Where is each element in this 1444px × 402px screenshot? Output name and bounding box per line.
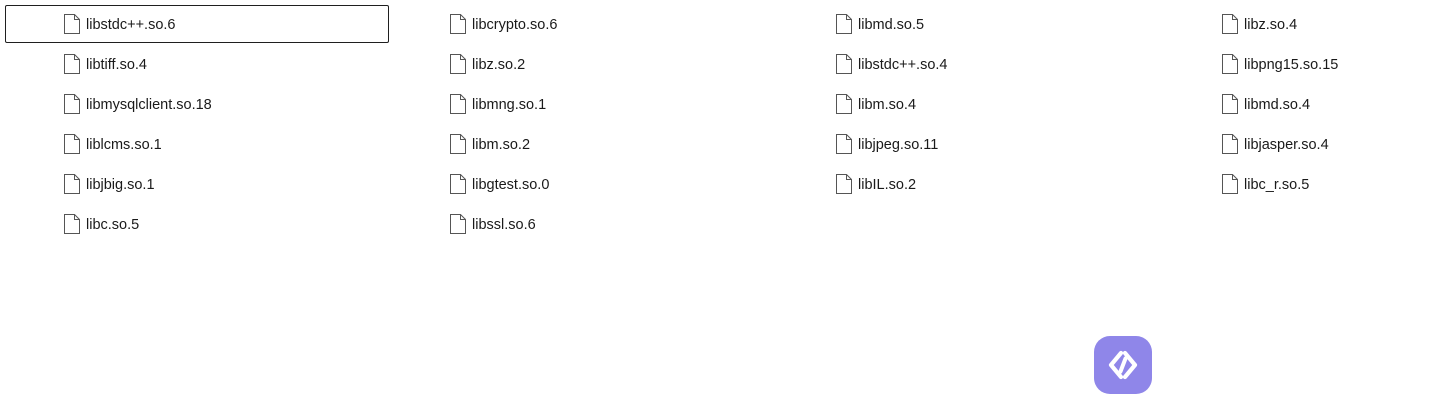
file-icon — [450, 174, 466, 194]
file-item-libc-so-5[interactable]: libc.so.5 — [5, 205, 391, 243]
file-icon — [836, 94, 852, 114]
file-icon — [450, 54, 466, 74]
file-item-libgtest-so-0[interactable]: libgtest.so.0 — [391, 165, 777, 203]
file-icon — [450, 214, 466, 234]
file-icon — [1222, 174, 1238, 194]
file-name: libc.so.5 — [86, 217, 140, 233]
file-name: libpng15.so.15 — [1244, 57, 1339, 73]
file-icon — [450, 94, 466, 114]
file-name: libjpeg.so.11 — [858, 137, 939, 153]
file-name: libmng.so.1 — [472, 97, 547, 113]
file-item-liblcms-so-1[interactable]: liblcms.so.1 — [5, 125, 391, 163]
file-item-libmd-so-4[interactable]: libmd.so.4 — [1163, 85, 1383, 123]
file-icon — [450, 134, 466, 154]
file-grid: libstdc++.so.6 libcrypto.so.6 libmd.so.5… — [5, 5, 1383, 245]
app-logo-icon[interactable] — [1094, 336, 1152, 394]
file-icon — [64, 214, 80, 234]
file-icon — [836, 54, 852, 74]
file-name: libm.so.4 — [858, 97, 917, 113]
file-name: libjbig.so.1 — [86, 177, 155, 193]
file-item-libz-so-4[interactable]: libz.so.4 — [1163, 5, 1383, 43]
file-name: libssl.so.6 — [472, 217, 536, 233]
file-name: libz.so.2 — [472, 57, 526, 73]
file-name: libmd.so.5 — [858, 17, 925, 33]
file-icon — [1222, 54, 1238, 74]
file-name: libtiff.so.4 — [86, 57, 147, 73]
file-icon — [1222, 134, 1238, 154]
file-name: libIL.so.2 — [858, 177, 917, 193]
file-item-libstdcxx-so-6[interactable]: libstdc++.so.6 — [5, 5, 389, 43]
file-name: libmd.so.4 — [1244, 97, 1311, 113]
file-item-libmysqlclient-so-18[interactable]: libmysqlclient.so.18 — [5, 85, 391, 123]
file-item-libjbig-so-1[interactable]: libjbig.so.1 — [5, 165, 391, 203]
code-link-icon — [1108, 350, 1138, 380]
file-name: libm.so.2 — [472, 137, 531, 153]
file-name: libz.so.4 — [1244, 17, 1298, 33]
file-name: libcrypto.so.6 — [472, 17, 558, 33]
file-item-libm-so-4[interactable]: libm.so.4 — [777, 85, 1163, 123]
file-item-libmng-so-1[interactable]: libmng.so.1 — [391, 85, 777, 123]
file-icon — [836, 14, 852, 34]
file-icon — [1222, 14, 1238, 34]
file-icon — [64, 174, 80, 194]
file-item-libpng15-so-15[interactable]: libpng15.so.15 — [1163, 45, 1383, 83]
file-icon — [64, 134, 80, 154]
file-item-libz-so-2[interactable]: libz.so.2 — [391, 45, 777, 83]
file-item-libstdcxx-so-4[interactable]: libstdc++.so.4 — [777, 45, 1163, 83]
file-name: libjasper.so.4 — [1244, 137, 1329, 153]
file-name: libmysqlclient.so.18 — [86, 97, 212, 113]
file-item-libjasper-so-4[interactable]: libjasper.so.4 — [1163, 125, 1383, 163]
file-name: libc_r.so.5 — [1244, 177, 1310, 193]
file-item-libcrypto-so-6[interactable]: libcrypto.so.6 — [391, 5, 777, 43]
file-icon — [64, 94, 80, 114]
file-icon — [836, 134, 852, 154]
file-name: libstdc++.so.6 — [86, 17, 176, 33]
file-item-libtiff-so-4[interactable]: libtiff.so.4 — [5, 45, 391, 83]
file-icon — [450, 14, 466, 34]
file-icon — [836, 174, 852, 194]
file-name: liblcms.so.1 — [86, 137, 162, 153]
file-item-libmd-so-5[interactable]: libmd.so.5 — [777, 5, 1163, 43]
file-icon — [64, 54, 80, 74]
file-item-libm-so-2[interactable]: libm.so.2 — [391, 125, 777, 163]
file-item-libil-so-2[interactable]: libIL.so.2 — [777, 165, 1163, 203]
file-item-libssl-so-6[interactable]: libssl.so.6 — [391, 205, 777, 243]
file-name: libstdc++.so.4 — [858, 57, 948, 73]
file-item-libjpeg-so-11[interactable]: libjpeg.so.11 — [777, 125, 1163, 163]
file-item-libc-r-so-5[interactable]: libc_r.so.5 — [1163, 165, 1383, 203]
file-icon — [64, 14, 80, 34]
file-icon — [1222, 94, 1238, 114]
file-name: libgtest.so.0 — [472, 177, 550, 193]
